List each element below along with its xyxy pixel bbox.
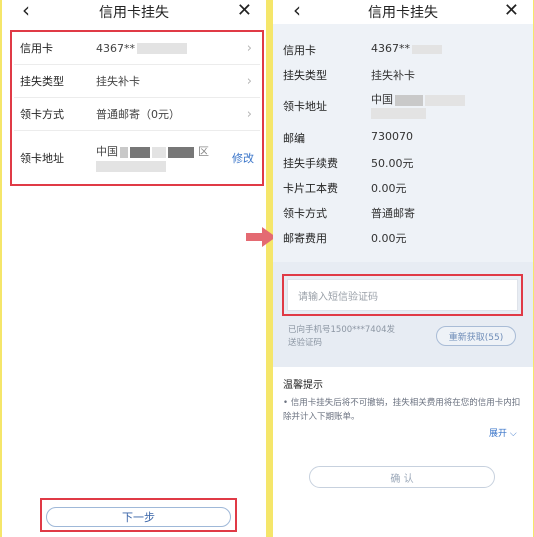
info-value: 730070 bbox=[371, 130, 413, 143]
chevron-down-icon: ⌵ bbox=[507, 429, 517, 439]
page-title: 信用卡挂失 bbox=[99, 5, 169, 21]
sms-placeholder: 请输入短信验证码 bbox=[298, 291, 378, 303]
row-value: 挂失补卡 bbox=[96, 75, 140, 88]
tips-text: • 信用卡挂失后将不可撤销，挂失相关费用将在您的信用卡内扣除并计入下期账单。 bbox=[283, 398, 521, 422]
sms-sent-line: 送验证码 bbox=[288, 338, 323, 348]
expand-link[interactable]: 展开 ⌵ bbox=[489, 426, 517, 439]
title-bar: ‹ 信用卡挂失 ✕ bbox=[273, 0, 533, 24]
chevron-right-icon: › bbox=[246, 73, 252, 89]
info-label: 卡片工本费 bbox=[283, 182, 338, 195]
row-delivery-address: 领卡地址 中国区 修改 bbox=[14, 131, 260, 184]
back-icon[interactable]: ‹ bbox=[22, 0, 30, 20]
highlight-next-box: 下一步 bbox=[40, 498, 237, 532]
confirm-info-section: 信用卡 4367** 挂失类型 挂失补卡 领卡地址 中国 邮编 730070 挂… bbox=[273, 24, 533, 262]
info-value: 0.00元 bbox=[371, 232, 407, 245]
row-value: 普通邮寄（0元） bbox=[96, 108, 180, 121]
confirm-button[interactable]: 确 认 bbox=[309, 466, 495, 488]
row-delivery-method[interactable]: 领卡方式 普通邮寄（0元） › bbox=[14, 98, 260, 131]
info-value: 50.00元 bbox=[371, 157, 414, 170]
sms-code-input[interactable]: 请输入短信验证码 bbox=[287, 279, 518, 311]
chevron-right-icon: › bbox=[246, 106, 252, 122]
back-icon[interactable]: ‹ bbox=[293, 0, 301, 20]
row-value: 中国区 bbox=[96, 145, 209, 158]
info-label: 挂失类型 bbox=[283, 69, 327, 82]
arrow-right-icon bbox=[246, 227, 276, 247]
info-value: 普通邮寄 bbox=[371, 207, 415, 220]
address-mask bbox=[371, 108, 426, 119]
info-label: 领卡地址 bbox=[283, 100, 327, 113]
row-label: 领卡地址 bbox=[20, 151, 64, 165]
info-label: 信用卡 bbox=[283, 44, 316, 57]
info-label: 邮编 bbox=[283, 132, 305, 145]
close-icon[interactable]: ✕ bbox=[237, 0, 252, 22]
next-step-button[interactable]: 下一步 bbox=[46, 507, 231, 527]
highlight-form-box: 信用卡 4367** › 挂失类型 挂失补卡 › 领卡方式 普通邮寄（0元） ›… bbox=[10, 30, 264, 186]
row-label: 领卡方式 bbox=[20, 108, 64, 121]
info-value: 0.00元 bbox=[371, 182, 407, 195]
info-label: 领卡方式 bbox=[283, 207, 327, 220]
highlight-sms-box: 请输入短信验证码 bbox=[282, 274, 523, 316]
info-value: 挂失补卡 bbox=[371, 69, 415, 82]
sms-sent-line: 已向手机号1500***7404发 bbox=[288, 325, 396, 335]
sms-verification-section: 请输入短信验证码 已向手机号1500***7404发 送验证码 重新获取(55) bbox=[273, 262, 533, 367]
row-label: 挂失类型 bbox=[20, 75, 64, 88]
row-label: 信用卡 bbox=[20, 42, 53, 55]
info-label: 邮寄费用 bbox=[283, 232, 327, 245]
row-loss-type[interactable]: 挂失类型 挂失补卡 › bbox=[14, 65, 260, 98]
info-value: 4367** bbox=[371, 42, 442, 55]
close-icon[interactable]: ✕ bbox=[504, 0, 519, 22]
step2-screen: ‹ 信用卡挂失 ✕ 信用卡 4367** 挂失类型 挂失补卡 领卡地址 中国 邮… bbox=[273, 0, 533, 537]
row-credit-card[interactable]: 信用卡 4367** › bbox=[14, 32, 260, 65]
info-label: 挂失手续费 bbox=[283, 157, 338, 170]
row-value: 4367** bbox=[96, 42, 187, 55]
step1-screen: ‹ 信用卡挂失 ✕ 信用卡 4367** › 挂失类型 挂失补卡 › 领卡方式 … bbox=[2, 0, 266, 537]
tips-title: 温馨提示 bbox=[283, 380, 323, 391]
chevron-right-icon: › bbox=[246, 40, 252, 56]
sms-sent-notice: 已向手机号1500***7404发 送验证码 bbox=[288, 324, 418, 350]
info-value: 中国 bbox=[371, 91, 465, 107]
address-mask bbox=[96, 161, 166, 172]
edit-address-link[interactable]: 修改 bbox=[232, 150, 254, 166]
title-bar: ‹ 信用卡挂失 ✕ bbox=[2, 0, 266, 24]
resend-code-button[interactable]: 重新获取(55) bbox=[436, 326, 516, 346]
page-title: 信用卡挂失 bbox=[368, 5, 438, 21]
